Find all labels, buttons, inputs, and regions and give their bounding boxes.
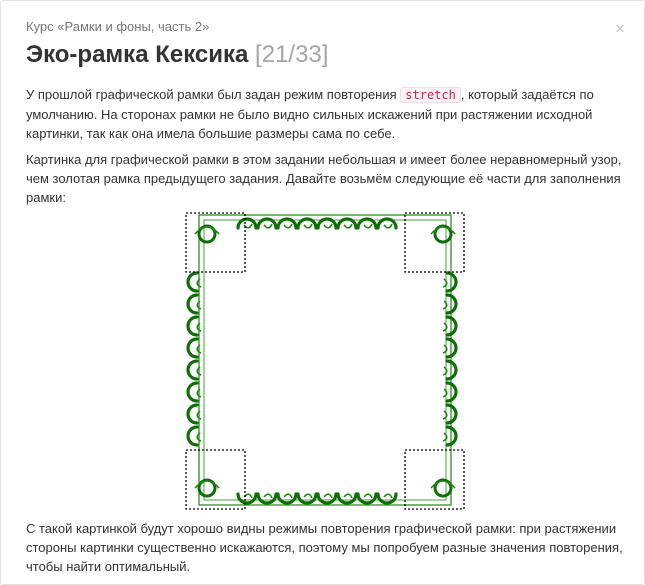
left-ornament-arc bbox=[186, 293, 199, 315]
top-ornament-curl bbox=[343, 223, 353, 229]
paragraph-conclusion: С такой картинкой будут хорошо видны реж… bbox=[26, 521, 623, 574]
top-ornament-curl bbox=[323, 223, 333, 229]
left-ornament-arc bbox=[186, 337, 199, 359]
right-ornament-curl bbox=[442, 344, 448, 354]
left-ornament-arc bbox=[186, 271, 199, 293]
left-ornament-arc bbox=[186, 381, 199, 403]
bottom-ornament-curl bbox=[283, 493, 293, 499]
top-ornament-curl bbox=[363, 223, 373, 229]
left-ornament-arc bbox=[186, 425, 199, 447]
right-ornament-curl bbox=[442, 322, 448, 332]
bottom-ornament-curl bbox=[363, 493, 373, 499]
paragraph-intro: У прошлой графической рамки был задан ре… bbox=[26, 85, 626, 143]
bottom-ornament-curl bbox=[343, 493, 353, 499]
top-ornament-curl bbox=[303, 223, 313, 229]
frame-outer-line bbox=[198, 214, 452, 506]
right-ornament-curl bbox=[442, 432, 448, 442]
right-ornament-curl bbox=[442, 388, 448, 398]
right-ornament-curl bbox=[442, 300, 448, 310]
page-title: Эко-рамка Кексика [21/33] bbox=[26, 41, 328, 69]
p1-text-before: У прошлой графической рамки был задан ре… bbox=[26, 87, 401, 102]
bottom-ornament-curl bbox=[383, 493, 393, 499]
left-ornament-arc bbox=[186, 403, 199, 425]
top-ornament-curl bbox=[263, 223, 273, 229]
slice-top-left bbox=[185, 212, 246, 273]
course-link[interactable]: Курс «Рамки и фоны, часть 2» bbox=[26, 19, 209, 34]
green-frame-illustration bbox=[185, 212, 465, 510]
right-ornament-curl bbox=[442, 366, 448, 376]
task-counter: [21/33] bbox=[255, 41, 329, 68]
bottom-ornament-curl bbox=[323, 493, 333, 499]
left-ornament-arc bbox=[186, 359, 199, 381]
slice-top-right bbox=[404, 212, 465, 273]
right-ornament-curl bbox=[442, 278, 448, 288]
border-image-figure bbox=[185, 212, 465, 510]
left-ornament-arc bbox=[186, 315, 199, 337]
right-ornament-curl bbox=[442, 410, 448, 420]
title-text: Эко-рамка Кексика bbox=[26, 41, 249, 68]
frame-inner-line bbox=[203, 219, 447, 501]
task-panel: Курс «Рамки и фоны, часть 2» × Эко-рамка… bbox=[0, 0, 645, 585]
top-ornament-curl bbox=[283, 223, 293, 229]
code-stretch: stretch bbox=[400, 87, 461, 103]
bottom-ornament-curl bbox=[303, 493, 313, 499]
paragraph-image-description: Картинка для графической рамки в этом за… bbox=[26, 152, 622, 205]
close-icon[interactable]: × bbox=[612, 20, 628, 37]
top-ornament-curl bbox=[383, 223, 393, 229]
bottom-ornament-curl bbox=[263, 493, 273, 499]
